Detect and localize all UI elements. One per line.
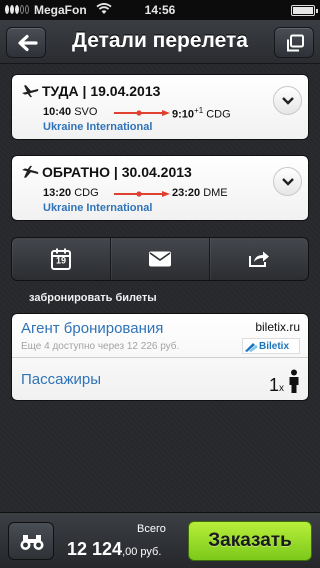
binoculars-icon — [20, 535, 44, 550]
departure-time: 10:40 — [43, 106, 72, 118]
arrival-info: 9:10+1 CDG — [172, 106, 231, 121]
status-clock: 14:56 — [144, 3, 176, 17]
search-offers-button[interactable] — [8, 522, 54, 560]
direction-label: ТУДА — [42, 83, 79, 99]
arrival-airport: DME — [203, 187, 228, 199]
total-price: 12 124,00 руб. — [67, 539, 161, 560]
arrival-time: 23:20 — [172, 187, 201, 199]
arrival-airport: CDG — [206, 108, 231, 121]
outbound-flight-card[interactable]: ТУДА | 19.04.2013 10:40 SVO 9:10+1 CDG U… — [11, 74, 309, 140]
arriving-plane-icon — [22, 165, 39, 178]
biletix-logo-icon — [245, 343, 258, 352]
passenger-count: 1x — [269, 375, 284, 396]
expand-return-button[interactable] — [273, 167, 302, 196]
flight-date: 30.04.2013 — [121, 164, 192, 180]
passenger-multiplier: x — [279, 383, 284, 394]
share-email-button[interactable] — [111, 238, 210, 280]
arrival-day-offset: +1 — [194, 106, 204, 115]
flight-heading: ОБРАТНО | 30.04.2013 — [42, 164, 192, 180]
passengers-row[interactable]: Пассажиры 1x — [12, 359, 308, 400]
back-arrow-icon — [18, 34, 38, 52]
chevron-down-icon — [282, 178, 294, 186]
booking-agent-row[interactable]: Агент бронирования Еще 4 доступно через … — [12, 314, 308, 358]
share-icon — [249, 251, 269, 267]
total-label: Всего — [137, 523, 166, 535]
expand-outbound-button[interactable] — [273, 86, 302, 115]
battery-icon — [291, 5, 318, 16]
departure-info: 13:20 CDG — [43, 187, 99, 199]
copy-button[interactable] — [274, 27, 314, 58]
agent-logo-text: Biletix — [259, 341, 290, 352]
passengers-title: Пассажиры — [21, 371, 102, 388]
chevron-down-icon — [282, 97, 294, 105]
action-toolbar: 19 — [11, 237, 309, 281]
airline-name: Ukraine International — [43, 202, 153, 214]
arrival-time: 9:10 — [172, 108, 195, 121]
navigation-bar: Детали перелета — [0, 20, 320, 64]
route-arrow-icon — [114, 191, 170, 197]
agent-site: biletix.ru — [255, 320, 300, 334]
passenger-count-value: 1 — [268, 375, 279, 395]
bottom-bar: Всего 12 124,00 руб. Заказать — [0, 512, 320, 568]
calendar-day: 19 — [55, 255, 67, 266]
page-title: Детали перелета — [72, 29, 248, 52]
order-button[interactable]: Заказать — [188, 521, 312, 561]
departure-airport: SVO — [74, 106, 98, 118]
person-icon — [289, 369, 299, 393]
route-arrow-icon — [114, 110, 170, 116]
departure-info: 10:40 SVO — [43, 106, 97, 118]
departing-plane-icon — [22, 85, 39, 98]
add-to-calendar-button[interactable]: 19 — [12, 238, 111, 280]
envelope-icon — [149, 251, 171, 267]
copy-icon — [287, 34, 304, 52]
total-amount: 12 124 — [67, 539, 123, 559]
total-cents: ,00 руб. — [122, 546, 162, 558]
back-button[interactable] — [6, 27, 46, 58]
agent-title: Агент бронирования — [21, 320, 164, 337]
arrival-info: 23:20 DME — [172, 187, 228, 199]
flight-date: 19.04.2013 — [90, 83, 161, 99]
return-flight-card[interactable]: ОБРАТНО | 30.04.2013 13:20 CDG 23:20 DME… — [11, 155, 309, 221]
agent-subtitle: Еще 4 доступно через 12 226 руб. — [21, 341, 180, 352]
share-button[interactable] — [210, 238, 308, 280]
flight-heading: ТУДА | 19.04.2013 — [42, 83, 161, 99]
booking-section-label: забронировать билеты — [29, 292, 157, 304]
departure-time: 13:20 — [43, 187, 72, 199]
direction-label: ОБРАТНО — [42, 164, 111, 180]
departure-airport: CDG — [74, 187, 99, 199]
status-bar: MegaFon 14:56 — [0, 0, 320, 20]
agent-logo: Biletix — [242, 338, 300, 354]
booking-group: Агент бронирования Еще 4 доступно через … — [11, 313, 309, 401]
airline-name: Ukraine International — [43, 121, 153, 133]
